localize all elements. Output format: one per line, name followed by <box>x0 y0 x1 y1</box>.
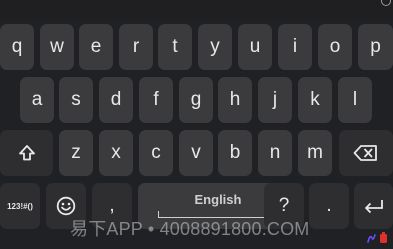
key-y[interactable]: y <box>198 24 232 70</box>
key-k[interactable]: k <box>298 77 332 123</box>
key-l[interactable]: l <box>338 77 372 123</box>
keyboard: q w e r t y u i o p a s d f g h j k l z … <box>0 0 393 249</box>
key-label: m <box>307 142 323 163</box>
key-label: y <box>210 36 220 57</box>
key-label: . <box>326 195 332 216</box>
key-x[interactable]: x <box>99 130 133 176</box>
key-label: t <box>172 36 178 57</box>
key-p[interactable]: p <box>358 24 393 70</box>
key-label: u <box>249 36 261 57</box>
key-o[interactable]: o <box>318 24 352 70</box>
key-r[interactable]: r <box>119 24 153 70</box>
key-d[interactable]: d <box>99 77 133 123</box>
key-label: k <box>310 89 320 110</box>
symbols-key[interactable]: 123!#() <box>0 183 40 229</box>
key-label: ? <box>278 195 290 216</box>
key-label: g <box>190 89 202 110</box>
key-label: p <box>370 36 381 57</box>
backspace-key[interactable] <box>339 130 393 176</box>
key-a[interactable]: a <box>20 77 54 123</box>
key-h[interactable]: h <box>218 77 252 123</box>
key-i[interactable]: i <box>278 24 312 70</box>
key-label: v <box>191 142 201 163</box>
emoji-icon <box>56 196 76 216</box>
shift-key[interactable] <box>0 130 53 176</box>
watermark-text: 易下APP • 4008891800.COM <box>70 219 310 239</box>
key-label: j <box>272 89 278 110</box>
key-label: n <box>269 142 281 163</box>
pen-icon <box>367 232 376 244</box>
key-label: a <box>31 89 43 110</box>
key-z[interactable]: z <box>59 130 93 176</box>
key-j[interactable]: j <box>258 77 292 123</box>
suggestion-strip <box>0 0 393 20</box>
key-label: z <box>71 142 81 163</box>
key-b[interactable]: b <box>218 130 252 176</box>
key-label: w <box>50 36 64 57</box>
period-key[interactable]: . <box>309 183 349 229</box>
backspace-icon <box>353 144 379 162</box>
key-label: d <box>110 89 122 110</box>
key-m[interactable]: m <box>298 130 332 176</box>
tag-icon <box>379 232 388 244</box>
key-label: r <box>132 36 140 57</box>
key-label: q <box>11 36 23 57</box>
key-f[interactable]: f <box>139 77 173 123</box>
key-label: l <box>352 89 358 110</box>
key-label: c <box>151 142 161 163</box>
key-label: i <box>292 36 298 57</box>
key-v[interactable]: v <box>179 130 213 176</box>
key-label: x <box>111 142 121 163</box>
key-c[interactable]: c <box>139 130 173 176</box>
key-label: , <box>109 195 115 216</box>
indicator-icon <box>381 0 391 6</box>
enter-icon <box>363 198 385 214</box>
key-q[interactable]: q <box>0 24 34 70</box>
shift-icon <box>18 144 36 162</box>
key-label: h <box>229 89 241 110</box>
enter-key[interactable] <box>354 183 393 229</box>
key-label: b <box>229 142 241 163</box>
key-label: o <box>329 36 341 57</box>
key-label: s <box>71 89 81 110</box>
symbols-label: 123!#() <box>7 201 33 211</box>
key-s[interactable]: s <box>59 77 93 123</box>
key-e[interactable]: e <box>79 24 113 70</box>
key-u[interactable]: u <box>238 24 272 70</box>
key-g[interactable]: g <box>179 77 213 123</box>
key-w[interactable]: w <box>40 24 74 70</box>
key-label: e <box>90 36 102 57</box>
key-t[interactable]: t <box>158 24 192 70</box>
key-n[interactable]: n <box>258 130 292 176</box>
key-label: f <box>153 89 159 110</box>
